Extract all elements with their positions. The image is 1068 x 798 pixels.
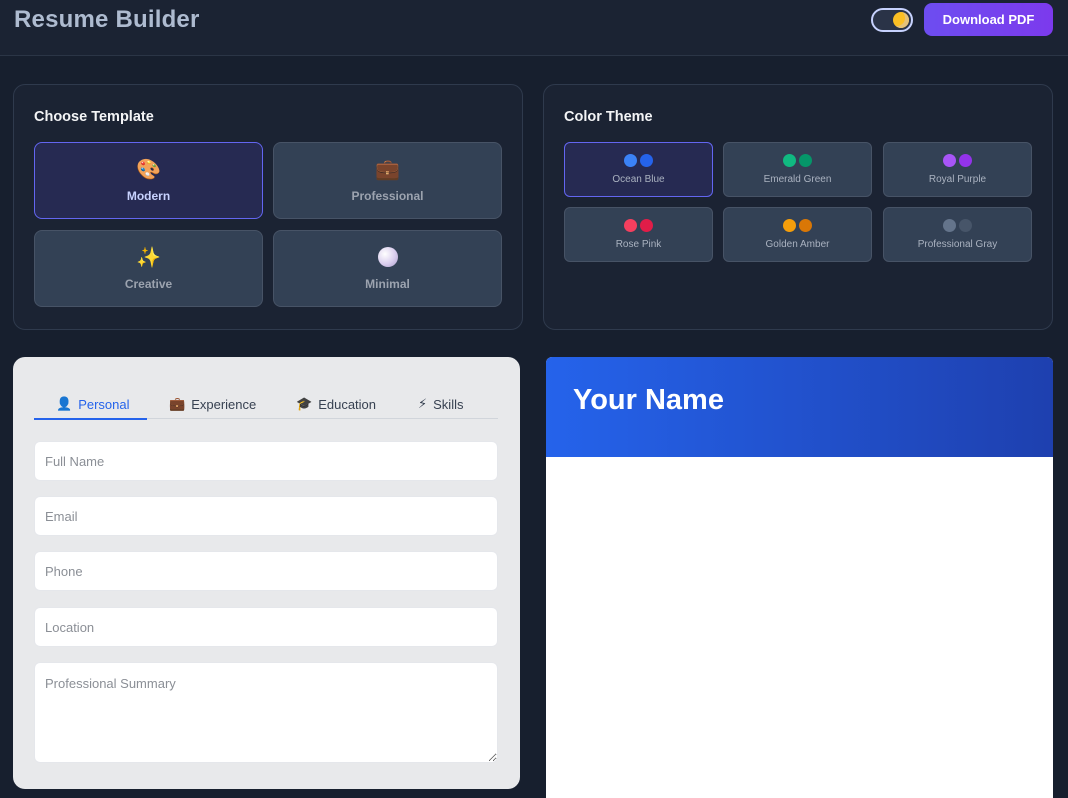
location-input[interactable]: [34, 607, 498, 647]
phone-input[interactable]: [34, 551, 498, 591]
app-title: Resume Builder: [14, 6, 200, 33]
top-bar: Resume Builder Download PDF: [0, 0, 1068, 56]
briefcase-icon: 💼: [375, 158, 400, 181]
person-icon: 👤: [56, 396, 73, 411]
form-panel: 👤 Personal 💼 Experience 🎓 Education ⚡ Sk…: [13, 357, 520, 789]
color-swatch: [783, 219, 812, 233]
tab-label: Personal: [78, 396, 130, 412]
preview-header: Your Name: [546, 357, 1053, 457]
template-modern[interactable]: 🎨 Modern: [34, 142, 263, 219]
color-swatch: [624, 219, 653, 233]
tab-skills[interactable]: ⚡ Skills: [418, 390, 463, 418]
tab-personal[interactable]: 👤 Personal: [56, 390, 130, 418]
full-name-input[interactable]: [34, 441, 498, 481]
template-panel: Choose Template 🎨 Modern 💼 Professional …: [13, 84, 523, 330]
color-theme-panel: Color Theme Ocean Blue Emerald Green Roy…: [543, 84, 1053, 330]
active-tab-indicator: [34, 418, 147, 420]
theme-label: Royal Purple: [928, 174, 987, 185]
template-label: Modern: [126, 188, 171, 203]
color-theme-title: Color Theme: [564, 109, 653, 125]
theme-label: Ocean Blue: [612, 174, 665, 185]
theme-golden-amber[interactable]: Golden Amber: [723, 207, 872, 262]
sparkles-icon: ✨: [136, 246, 161, 269]
briefcase-icon: 💼: [169, 396, 186, 411]
color-swatch: [943, 154, 972, 168]
tab-label: Education: [318, 396, 377, 412]
theme-toggle[interactable]: [871, 8, 913, 32]
moon-icon: [893, 12, 909, 28]
resume-preview: Your Name: [546, 357, 1053, 798]
professional-summary-input[interactable]: [34, 662, 498, 763]
tab-label: Experience: [191, 396, 257, 412]
theme-ocean-blue[interactable]: Ocean Blue: [564, 142, 713, 197]
template-label: Minimal: [365, 276, 410, 291]
template-label: Professional: [351, 188, 424, 203]
theme-emerald-green[interactable]: Emerald Green: [723, 142, 872, 197]
theme-rose-pink[interactable]: Rose Pink: [564, 207, 713, 262]
preview-name: Your Name: [573, 384, 724, 416]
tab-label: Skills: [433, 396, 464, 412]
theme-label: Professional Gray: [917, 239, 998, 250]
template-creative[interactable]: ✨ Creative: [34, 230, 263, 307]
template-label: Creative: [124, 276, 173, 291]
tab-education[interactable]: 🎓 Education: [296, 390, 376, 418]
theme-royal-purple[interactable]: Royal Purple: [883, 142, 1032, 197]
template-panel-title: Choose Template: [34, 109, 154, 125]
theme-label: Golden Amber: [765, 239, 830, 250]
theme-label: Emerald Green: [763, 174, 832, 185]
theme-label: Rose Pink: [615, 239, 662, 250]
tab-experience[interactable]: 💼 Experience: [169, 390, 256, 418]
email-input[interactable]: [34, 496, 498, 536]
pearl-icon: [377, 246, 398, 271]
theme-professional-gray[interactable]: Professional Gray: [883, 207, 1032, 262]
lightning-icon: ⚡: [418, 396, 428, 411]
palette-icon: 🎨: [136, 158, 161, 181]
template-professional[interactable]: 💼 Professional: [273, 142, 502, 219]
color-swatch: [943, 219, 972, 233]
graduation-cap-icon: 🎓: [296, 396, 313, 411]
color-swatch: [783, 154, 812, 168]
color-swatch: [624, 154, 653, 168]
template-minimal[interactable]: Minimal: [273, 230, 502, 307]
download-pdf-button[interactable]: Download PDF: [924, 3, 1053, 36]
